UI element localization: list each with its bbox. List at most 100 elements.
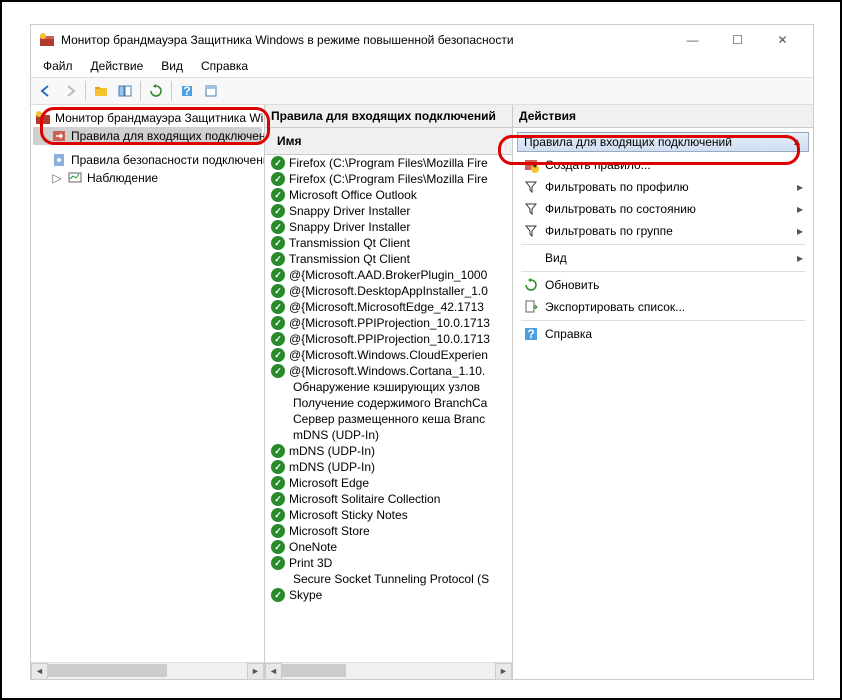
refresh-icon[interactable] (145, 80, 167, 102)
rule-item[interactable]: Secure Socket Tunneling Protocol (S (265, 571, 512, 587)
expand-icon[interactable]: ▷ (51, 171, 63, 185)
firewall-app-icon (39, 32, 55, 48)
funnel-icon (523, 223, 539, 239)
action-help[interactable]: ? Справка (513, 323, 813, 345)
check-icon: ✓ (271, 524, 285, 538)
window-title: Монитор брандмауэра Защитника Windows в … (61, 33, 670, 47)
action-filter-profile[interactable]: Фильтровать по профилю ▸ (513, 176, 813, 198)
rules-list[interactable]: ✓ Firefox (C:\Program Files\Mozilla Fire ✓… (265, 155, 512, 662)
rule-item[interactable]: mDNS (UDP-In) (265, 427, 512, 443)
check-icon: ✓ (271, 236, 285, 250)
monitoring-icon (67, 170, 83, 186)
check-icon: ✓ (271, 172, 285, 186)
rule-name: Skype (289, 588, 322, 602)
rules-hscroll[interactable]: ◄► (265, 662, 512, 679)
rule-item[interactable]: ✓OneNote (265, 539, 512, 555)
rules-panel-title: Правила для входящих подключений (265, 105, 512, 128)
rule-item[interactable]: ✓@{Microsoft.Windows.Cortana_1.10. (265, 363, 512, 379)
rule-name: Transmission Qt Client (289, 252, 410, 266)
close-button[interactable]: ✕ (760, 26, 805, 54)
action-refresh[interactable]: Обновить (513, 274, 813, 296)
action-view[interactable]: Вид ▸ (513, 247, 813, 269)
funnel-icon (523, 179, 539, 195)
rule-item[interactable]: ✓ Snappy Driver Installer (265, 219, 512, 235)
rule-name: Transmission Qt Client (289, 236, 410, 250)
rule-item[interactable]: ✓ Transmission Qt Client (265, 251, 512, 267)
help-icon[interactable]: ? (176, 80, 198, 102)
rule-item[interactable]: Обнаружение кэширующих узлов (265, 379, 512, 395)
menu-help[interactable]: Справка (193, 57, 256, 75)
menu-action[interactable]: Действие (83, 57, 152, 75)
check-icon: ✓ (271, 156, 285, 170)
minimize-button[interactable]: — (670, 26, 715, 54)
rule-name: @{Microsoft.PPIProjection_10.0.1713 (289, 332, 490, 346)
tree-monitoring[interactable]: ▷ Наблюдение (33, 169, 262, 187)
rule-name: Microsoft Sticky Notes (289, 508, 408, 522)
rule-item[interactable]: ✓mDNS (UDP-In) (265, 459, 512, 475)
rule-item[interactable]: ✓Microsoft Edge (265, 475, 512, 491)
rule-item[interactable]: ✓@{Microsoft.AAD.BrokerPlugin_1000 (265, 267, 512, 283)
titlebar: Монитор брандмауэра Защитника Windows в … (31, 25, 813, 55)
forward-button[interactable] (59, 80, 81, 102)
tree-inbound-rules[interactable]: Правила для входящих подключений (33, 127, 262, 145)
rule-item[interactable]: ✓ Transmission Qt Client (265, 235, 512, 251)
rule-item[interactable]: ✓@{Microsoft.Windows.CloudExperien (265, 347, 512, 363)
rule-item[interactable]: ✓ Firefox (C:\Program Files\Mozilla Fire (265, 155, 512, 171)
rule-item[interactable]: ✓Snappy Driver Installer (265, 203, 512, 219)
rule-name: mDNS (UDP-In) (289, 444, 375, 458)
rule-name: Microsoft Store (289, 524, 370, 538)
menu-view[interactable]: Вид (153, 57, 191, 75)
maximize-button[interactable]: ☐ (715, 26, 760, 54)
toolbar: ? (31, 77, 813, 105)
rule-item[interactable]: Сервер размещенного кеша Branc (265, 411, 512, 427)
firewall-icon (35, 110, 51, 126)
tree-panel: Монитор брандмауэра Защитника Window Пра… (31, 105, 265, 679)
rule-name: @{Microsoft.Windows.CloudExperien (289, 348, 488, 362)
actions-sub-header[interactable]: Правила для входящих подключений ▲ (517, 132, 809, 152)
tree-security-rules[interactable]: Правила безопасности подключения (33, 151, 262, 169)
action-export[interactable]: Экспортировать список... (513, 296, 813, 318)
check-icon: ✓ (271, 220, 285, 234)
tree-root[interactable]: Монитор брандмауэра Защитника Window (33, 109, 262, 127)
rule-item[interactable]: ✓@{Microsoft.PPIProjection_10.0.1713 (265, 315, 512, 331)
rule-item[interactable]: ✓ @{Microsoft.PPIProjection_10.0.1713 (265, 331, 512, 347)
rule-item[interactable]: ✓@{Microsoft.MicrosoftEdge_42.1713 (265, 299, 512, 315)
action-filter-group[interactable]: Фильтровать по группе ▸ (513, 220, 813, 242)
action-filter-state[interactable]: Фильтровать по состоянию ▸ (513, 198, 813, 220)
collapse-icon: ▲ (792, 137, 802, 148)
action-create-rule[interactable]: * Создать правило... (513, 154, 813, 176)
check-icon: ✓ (271, 332, 285, 346)
rule-name: Snappy Driver Installer (289, 220, 410, 234)
col-name[interactable]: Имя (271, 132, 506, 150)
check-icon: ✓ (271, 444, 285, 458)
rule-name: mDNS (UDP-In) (289, 460, 375, 474)
new-rule-icon: * (523, 157, 539, 173)
menu-file[interactable]: Файл (35, 57, 81, 75)
menubar: Файл Действие Вид Справка (31, 55, 813, 77)
folder-icon[interactable] (90, 80, 112, 102)
rule-item[interactable]: Получение содержимого BranchCa (265, 395, 512, 411)
rule-item[interactable]: ✓Firefox (C:\Program Files\Mozilla Fire (265, 171, 512, 187)
rule-item[interactable]: ✓ mDNS (UDP-In) (265, 443, 512, 459)
security-rules-icon (51, 152, 67, 168)
show-hide-icon[interactable] (114, 80, 136, 102)
back-button[interactable] (35, 80, 57, 102)
rule-name: @{Microsoft.PPIProjection_10.0.1713 (289, 316, 490, 330)
check-icon: ✓ (271, 364, 285, 378)
rule-item[interactable]: ✓Microsoft Office Outlook (265, 187, 512, 203)
rule-item[interactable]: ✓@{Microsoft.DesktopAppInstaller_1.0 (265, 283, 512, 299)
actions-panel: Действия Правила для входящих подключени… (513, 105, 813, 679)
rule-item[interactable]: ✓ Microsoft Store (265, 523, 512, 539)
help-icon: ? (523, 326, 539, 342)
check-icon: ✓ (271, 588, 285, 602)
content-area: Монитор брандмауэра Защитника Window Пра… (31, 105, 813, 679)
tree-hscroll[interactable]: ◄► (31, 662, 264, 679)
rule-name: Firefox (C:\Program Files\Mozilla Fire (289, 156, 488, 170)
rule-item[interactable]: ✓Microsoft Solitaire Collection (265, 491, 512, 507)
rule-item[interactable]: ✓ Skype (265, 587, 512, 603)
rule-item[interactable]: ✓Microsoft Sticky Notes (265, 507, 512, 523)
properties-icon[interactable] (200, 80, 222, 102)
rule-name: Сервер размещенного кеша Branc (293, 412, 485, 426)
check-icon: ✓ (271, 252, 285, 266)
rule-item[interactable]: ✓Print 3D (265, 555, 512, 571)
